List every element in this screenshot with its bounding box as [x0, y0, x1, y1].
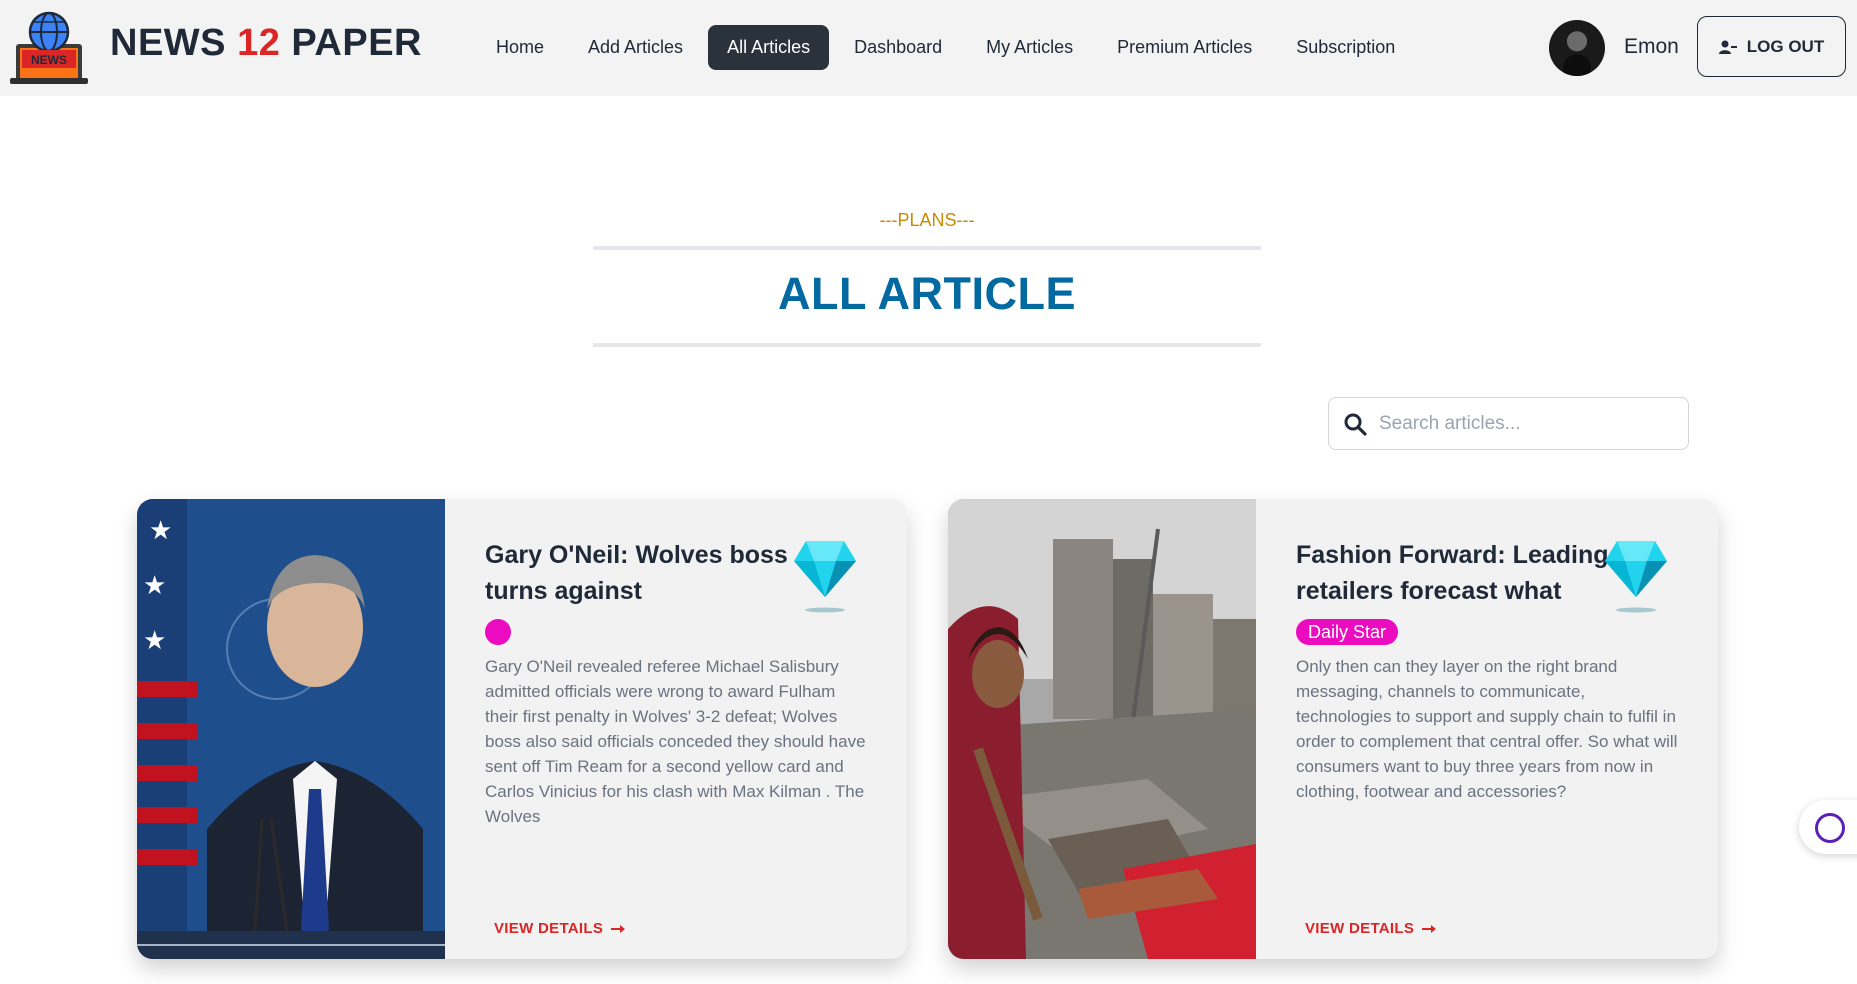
arrow-right-icon [1422, 924, 1437, 933]
article-content: Fashion Forward: Leading retailers forec… [1256, 499, 1718, 959]
page-title: ALL ARTICLE [778, 268, 1076, 319]
user-avatar[interactable] [1549, 20, 1605, 76]
article-image: ★ ★ ★ [137, 499, 445, 959]
article-title: Gary O'Neil: Wolves boss turns against [485, 541, 788, 605]
chat-widget-button[interactable] [1799, 800, 1857, 854]
title-divider-top [593, 246, 1261, 250]
section-subtitle: ---PLANS--- [879, 210, 975, 230]
nav-my-articles[interactable]: My Articles [967, 25, 1092, 70]
chat-icon [1815, 813, 1845, 843]
main-nav: Home Add Articles All Articles Dashboard… [477, 25, 1414, 70]
article-image [948, 499, 1256, 959]
view-details-label: VIEW DETAILS [1305, 920, 1415, 937]
search-icon [1344, 413, 1367, 436]
article-content: Gary O'Neil: Wolves boss turns against G… [445, 499, 907, 959]
news-logo-icon[interactable]: NEWS [8, 8, 90, 86]
nav-dashboard[interactable]: Dashboard [835, 25, 961, 70]
nav-premium-articles[interactable]: Premium Articles [1098, 25, 1271, 70]
logout-label: LOG OUT [1746, 36, 1825, 56]
brand-name[interactable]: NEWS 12 PAPER [110, 22, 422, 65]
view-details-label: VIEW DETAILS [494, 920, 604, 937]
article-card: ★ ★ ★ Gary O'Neil: Wolves boss turns aga… [137, 499, 907, 959]
arrow-right-icon [611, 924, 626, 933]
brand-number: 12 [237, 22, 281, 64]
user-logout-icon [1718, 40, 1737, 54]
publisher-badge: Daily Star [1296, 619, 1399, 645]
title-divider-bottom [593, 343, 1261, 347]
svg-text:★: ★ [143, 570, 166, 600]
article-description: Gary O'Neil revealed referee Michael Sal… [485, 657, 866, 826]
article-card: Fashion Forward: Leading retailers forec… [948, 499, 1718, 959]
brand-part2: PAPER [280, 22, 423, 64]
svg-text:★: ★ [149, 515, 172, 545]
publisher-badge [485, 619, 511, 645]
view-details-link[interactable]: VIEW DETAILS [1305, 920, 1437, 937]
premium-diamond-icon [794, 541, 856, 613]
search-box [1328, 397, 1689, 450]
svg-text:★: ★ [143, 625, 166, 655]
nav-add-articles[interactable]: Add Articles [569, 25, 702, 70]
nav-subscription[interactable]: Subscription [1277, 25, 1414, 70]
user-name: Emon [1624, 35, 1679, 58]
search-input[interactable] [1379, 408, 1669, 440]
article-title: Fashion Forward: Leading retailers forec… [1296, 541, 1609, 605]
brand-part1: NEWS [110, 22, 238, 64]
nav-all-articles[interactable]: All Articles [708, 25, 830, 70]
premium-diamond-icon [1605, 541, 1667, 613]
nav-home[interactable]: Home [477, 25, 563, 70]
view-details-link[interactable]: VIEW DETAILS [494, 920, 626, 937]
article-description: Only then can they layer on the right br… [1296, 657, 1678, 801]
logo-text: NEWS [31, 53, 67, 67]
logout-button[interactable]: LOG OUT [1697, 16, 1846, 77]
navbar: NEWS NEWS 12 PAPER Home Add Articles All… [0, 0, 1857, 96]
